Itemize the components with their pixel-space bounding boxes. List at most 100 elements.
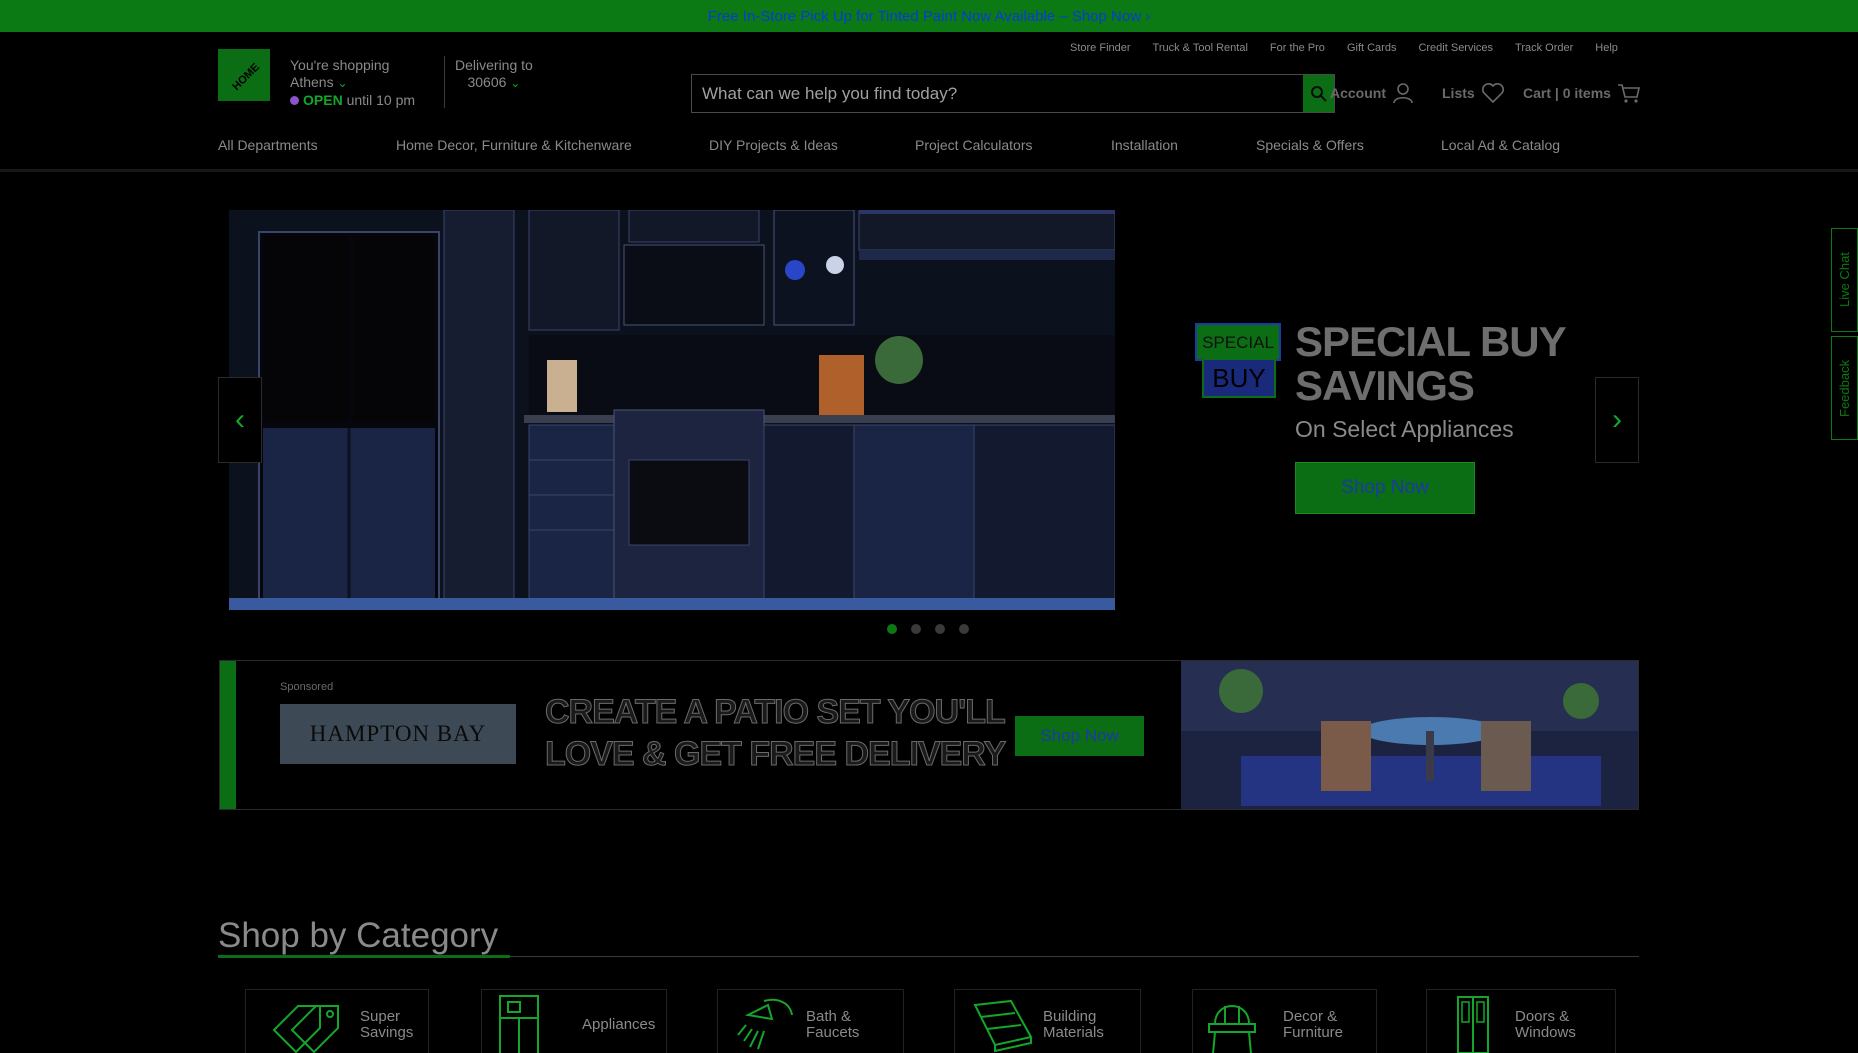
open-status: OPEN [303,92,343,108]
chevron-down-icon[interactable]: ⌄ [510,76,520,90]
util-link-for-the-pro[interactable]: For the Pro [1270,42,1325,54]
store-name[interactable]: Athens [290,74,334,90]
category-label-line2: Windows [1515,1023,1576,1041]
logo-mark-icon: HOME [220,51,268,99]
search-input[interactable] [692,75,1292,112]
heart-icon [1481,83,1504,104]
category-label-line2: Faucets [806,1023,860,1041]
util-link-help[interactable]: Help [1595,42,1618,54]
carousel-next-button[interactable]: › [1595,377,1639,463]
sponsored-banner[interactable]: Sponsored HAMPTON BAY CREATE A PATIO SET… [219,660,1639,810]
category-label-line1: Super [360,1007,401,1025]
category-card-doors-windows[interactable]: Doors & Windows [1426,989,1616,1053]
lumber-icon [973,999,1033,1052]
banner-accent-edge [220,661,236,809]
nav-specials-offers[interactable]: Specials & Offers [1256,137,1364,153]
carousel-dot-3[interactable] [935,624,945,634]
category-label-line1: Building [1043,1007,1097,1025]
badge-top-text: SPECIAL [1202,333,1274,352]
carousel-prev-button[interactable]: ‹ [218,377,262,463]
shopping-label: You're shopping [290,57,390,73]
chair-icon [1208,1004,1256,1053]
chevron-right-icon: › [1145,8,1151,25]
cart-label[interactable]: Cart | 0 items [1523,85,1611,101]
nav-installation[interactable]: Installation [1111,137,1178,153]
patio-image [1181,661,1638,809]
cart-link[interactable]: Cart | 0 items [1523,82,1641,104]
util-link-store-finder[interactable]: Store Finder [1070,42,1131,54]
category-card-appliances[interactable]: Appliances [481,989,667,1053]
hero-image[interactable] [229,210,1115,610]
lists-link[interactable]: Lists [1442,82,1505,104]
category-label-line1: Decor & [1283,1007,1338,1025]
lists-label[interactable]: Lists [1442,85,1475,101]
account-link[interactable]: Account [1330,82,1414,104]
util-link-credit-services[interactable]: Credit Services [1418,42,1493,54]
shop-by-category-title: Shop by Category [218,916,499,955]
nav-diy-projects[interactable]: DIY Projects & Ideas [709,137,838,153]
carousel-dot-2[interactable] [911,624,921,634]
carousel-dot-4[interactable] [959,624,969,634]
live-chat-tab[interactable]: Live Chat [1831,228,1858,332]
category-label: Super Savings [360,1007,413,1041]
nav-home-decor[interactable]: Home Decor, Furniture & Kitchenware [396,137,632,153]
util-link-gift-cards[interactable]: Gift Cards [1347,42,1397,54]
category-label: Building Materials [1043,1007,1104,1041]
sponsored-headline: CREATE A PATIO SET YOU'LL LOVE & GET FRE… [544,691,1006,775]
header-divider [444,56,445,108]
home-depot-logo[interactable]: HOME [218,49,270,101]
category-label-line1: Bath & [806,1007,852,1025]
nav-local-ad-catalog[interactable]: Local Ad & Catalog [1441,137,1560,153]
category-card-bath-faucets[interactable]: Bath & Faucets [717,989,904,1053]
category-card-decor-furniture[interactable]: Decor & Furniture [1192,989,1377,1053]
hero-shop-now-button[interactable]: Shop Now [1295,462,1475,514]
store-selector[interactable]: You're shopping Athens ⌄ OPEN until 10 p… [290,57,415,109]
util-link-truck-tool-rental[interactable]: Truck & Tool Rental [1153,42,1248,54]
cart-icon [1617,84,1640,103]
category-label: Appliances [582,1015,656,1033]
category-label: Bath & Faucets [806,1007,860,1041]
delivery-zip-selector[interactable]: Delivering to 30606 ⌄ [455,57,533,92]
shower-icon [737,998,793,1049]
nav-project-calculators[interactable]: Project Calculators [915,137,1033,153]
delivery-zip[interactable]: 30606 [467,74,506,90]
tags-icon [272,1004,339,1053]
promo-link[interactable]: Free In-Store Pick Up for Tinted Paint N… [708,8,1150,25]
category-label: Doors & Windows [1515,1007,1576,1041]
promo-text[interactable]: Free In-Store Pick Up for Tinted Paint N… [708,8,1141,25]
side-tabs: Live Chat Feedback [1831,228,1858,440]
util-link-track-order[interactable]: Track Order [1515,42,1573,54]
category-card-super-savings[interactable]: Super Savings [245,989,429,1053]
search-icon [1310,85,1327,102]
category-label-line2: Furniture [1283,1023,1344,1041]
nav-all-departments[interactable]: All Departments [218,137,318,153]
category-divider-accent [218,955,510,958]
feedback-tab[interactable]: Feedback [1831,336,1858,440]
category-label-line1: Appliances [582,1015,656,1033]
carousel-dot-1[interactable] [887,624,897,634]
category-card-building-materials[interactable]: Building Materials [954,989,1141,1053]
user-icon [1393,83,1413,104]
sponsored-headline-line1: CREATE A PATIO SET YOU'LL [544,693,1006,732]
carousel-dots [887,624,969,634]
utility-links: Store Finder Truck & Tool Rental For the… [1070,42,1640,54]
sponsored-label: Sponsored [280,681,334,693]
live-chat-label[interactable]: Live Chat [1837,253,1852,308]
category-label: Decor & Furniture [1283,1007,1344,1041]
sponsored-headline-line2: LOVE & GET FREE DELIVERY [544,735,1006,774]
kitchen-illustration [229,210,1115,610]
feedback-label[interactable]: Feedback [1837,359,1852,416]
open-status-dot [290,96,299,105]
chevron-left-icon: ‹ [235,403,245,436]
hero-subtitle: On Select Appliances [1295,416,1514,442]
hero-title: SPECIAL BUY SAVINGS [1295,320,1567,409]
promo-bar: Free In-Store Pick Up for Tinted Paint N… [0,0,1858,32]
category-label-line1: Doors & [1515,1007,1570,1025]
hero-title-line2: SAVINGS [1295,362,1475,409]
chevron-right-icon: › [1612,403,1622,436]
account-label[interactable]: Account [1330,85,1386,101]
brand-logo: HAMPTON BAY [280,704,516,764]
chevron-down-icon[interactable]: ⌄ [337,76,347,90]
refrigerator-icon [499,994,539,1053]
sponsored-shop-now-button[interactable]: Shop Now [1015,716,1144,756]
